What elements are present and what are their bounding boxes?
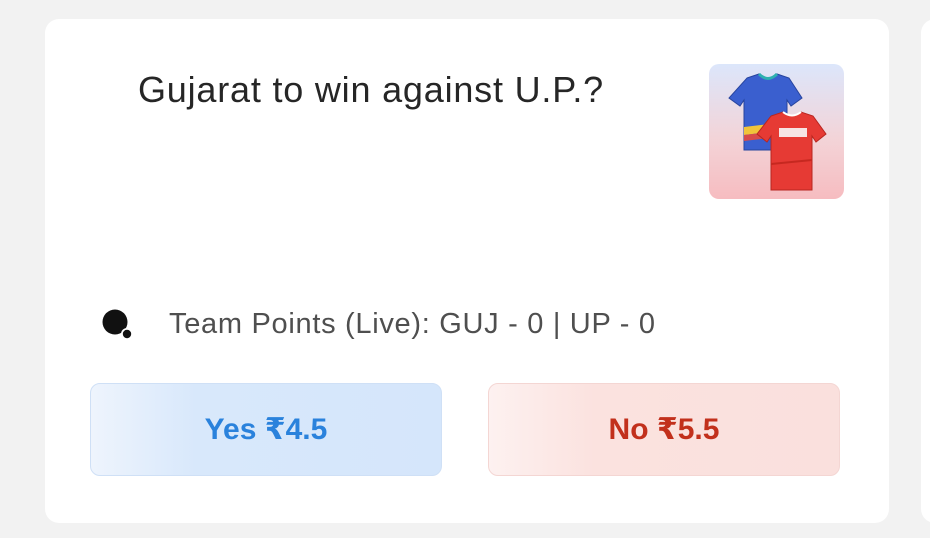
live-status-text: Team Points (Live): GUJ - 0 | UP - 0	[169, 307, 656, 340]
no-button[interactable]: No ₹5.5	[488, 383, 840, 476]
team-jerseys-icon	[709, 64, 844, 199]
live-score-icon	[100, 306, 136, 342]
market-question: Gujarat to win against U.P.?	[138, 69, 604, 110]
live-status-row: Team Points (Live): GUJ - 0 | UP - 0	[100, 304, 656, 344]
market-card[interactable]: Gujarat to win against U.P.? Team Points…	[45, 19, 889, 523]
next-card-edge	[921, 19, 930, 523]
yes-button[interactable]: Yes ₹4.5	[90, 383, 442, 476]
